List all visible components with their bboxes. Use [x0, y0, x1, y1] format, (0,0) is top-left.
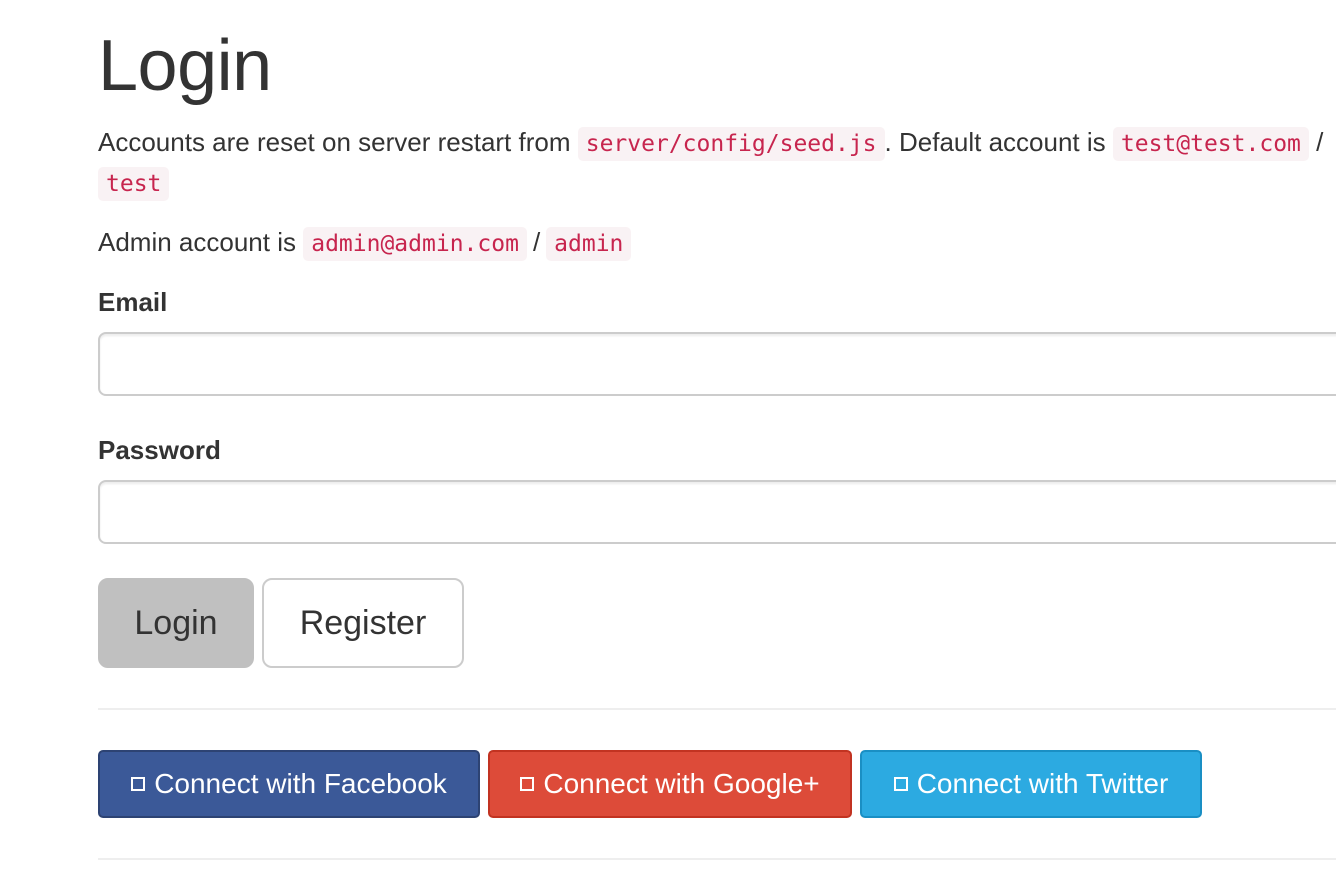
email-input[interactable] [98, 332, 1336, 396]
default-password-line: test [98, 162, 170, 204]
password-label: Password [98, 435, 221, 465]
connect-twitter-button[interactable]: Connect with Twitter [860, 750, 1202, 818]
default-account-text: . Default account is [884, 127, 1113, 157]
login-button[interactable]: Login [98, 578, 254, 668]
password-input[interactable] [98, 480, 1336, 544]
seed-file-code: server/config/seed.js [577, 127, 885, 161]
default-email-code: test@test.com [1112, 127, 1309, 161]
admin-separator: / [532, 227, 541, 257]
admin-info-line: Admin account is admin@admin.com / admin [98, 222, 632, 264]
connect-twitter-label: Connect with Twitter [916, 768, 1169, 799]
default-password-code: test [98, 167, 170, 201]
reset-info-prefix: Accounts are reset on server restart fro… [98, 127, 578, 157]
connect-google-button[interactable]: Connect with Google+ [488, 750, 852, 818]
connect-facebook-button[interactable]: Connect with Facebook [98, 750, 480, 818]
page-title: Login [98, 26, 272, 106]
connect-google-label: Connect with Google+ [543, 768, 820, 799]
default-account-separator: / [1308, 127, 1324, 157]
google-plus-icon [520, 777, 535, 791]
twitter-icon [893, 777, 908, 791]
admin-password-code: admin [546, 227, 632, 261]
connect-facebook-label: Connect with Facebook [154, 768, 447, 799]
divider [98, 858, 1336, 860]
admin-info-prefix: Admin account is [98, 227, 304, 257]
email-label: Email [98, 287, 168, 317]
register-button[interactable]: Register [262, 578, 464, 668]
reset-info-line: Accounts are reset on server restart fro… [98, 122, 1323, 164]
facebook-icon [131, 777, 146, 791]
divider [98, 708, 1336, 710]
admin-email-code: admin@admin.com [303, 227, 527, 261]
